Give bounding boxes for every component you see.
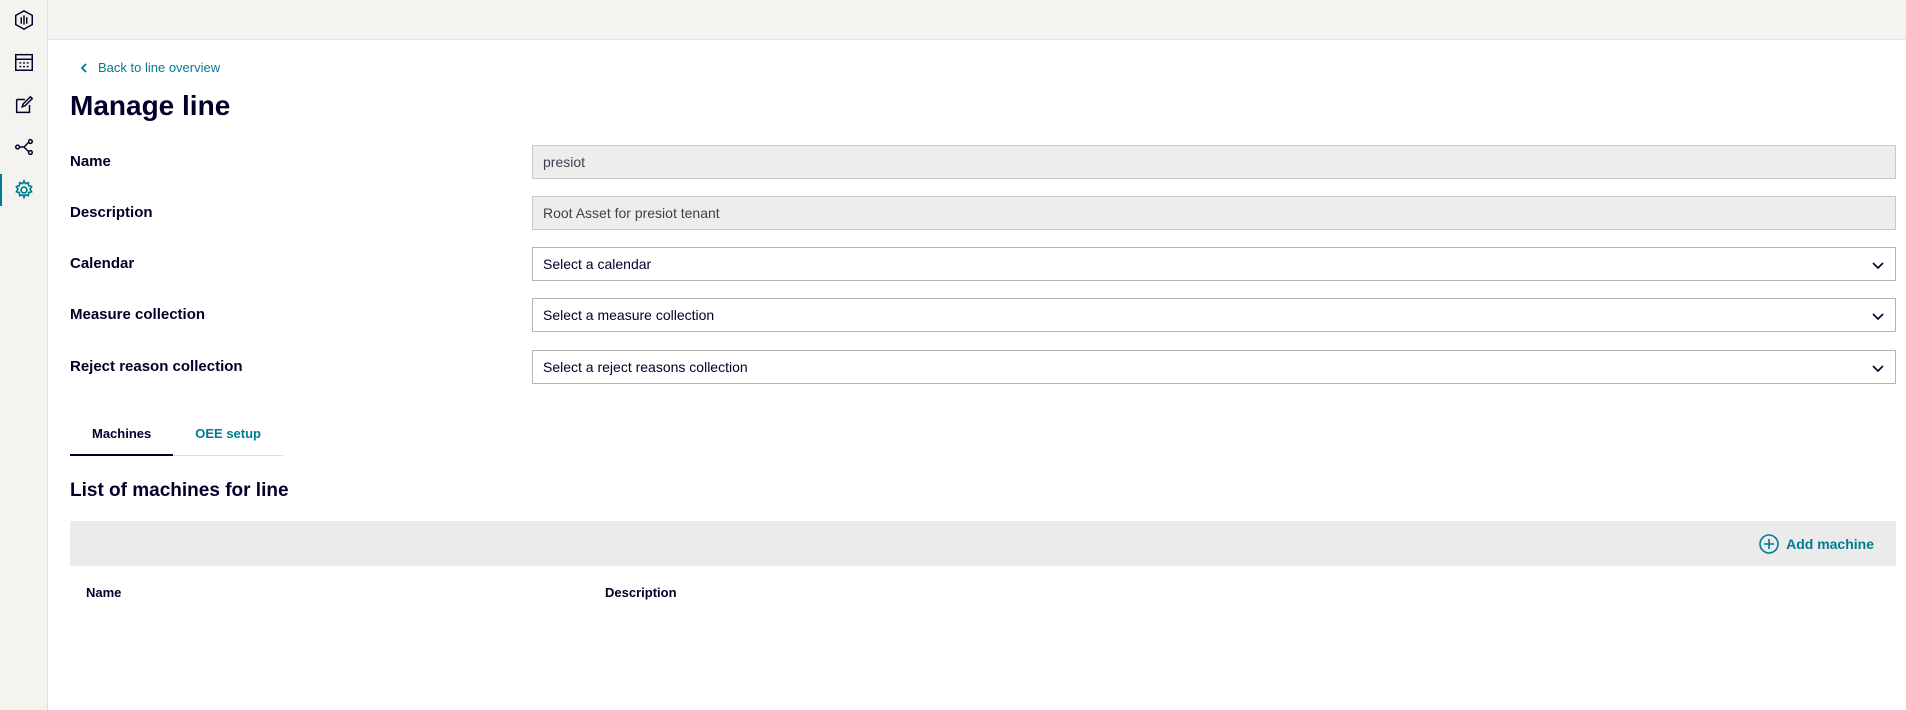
sidebar-item-home[interactable] [0,0,47,40]
name-label: Name [70,153,111,170]
gear-icon [14,179,33,200]
reject-reason-select-value: Select a reject reasons collection [543,359,748,375]
calendar-select-value: Select a calendar [543,256,652,272]
add-machine-button[interactable]: Add machine [1758,533,1874,555]
calendar-icon [14,53,33,71]
page-title: Manage line [70,90,231,121]
reject-reason-select[interactable]: Select a reject reasons collection [532,350,1896,384]
description-row: Description Root Asset for presiot tenan… [70,196,1896,230]
name-value: presiot [543,154,586,170]
measure-collection-select[interactable]: Select a measure collection [532,298,1896,332]
sidebar [0,0,48,710]
column-header-description[interactable]: Description [605,585,677,600]
chevron-down-icon [1872,313,1884,321]
table-toolbar: Add machine [70,521,1896,566]
reject-reason-row: Reject reason collection Select a reject… [70,350,1896,384]
back-link-label: Back to line overview [98,60,221,75]
add-machine-label: Add machine [1786,536,1874,552]
chevron-left-icon [80,62,87,73]
sidebar-item-calendar[interactable] [0,42,47,82]
back-to-line-overview-link[interactable]: Back to line overview [78,60,220,75]
calendar-label: Calendar [70,255,135,272]
main-content: Back to line overview Manage line Name p… [48,40,1906,710]
reject-reason-label: Reject reason collection [70,358,243,375]
sidebar-item-edit[interactable] [0,85,47,125]
tab-oee-setup[interactable]: OEE setup [173,416,283,456]
measure-collection-row: Measure collection Select a measure coll… [70,298,1896,332]
calendar-select[interactable]: Select a calendar [532,247,1896,281]
sidebar-item-settings[interactable] [0,170,47,210]
name-field: presiot [532,145,1896,179]
description-field: Root Asset for presiot tenant [532,196,1896,230]
description-value: Root Asset for presiot tenant [543,205,720,221]
chevron-down-icon [1872,262,1884,270]
section-title: List of machines for line [70,480,289,501]
app-logo-icon [14,9,33,31]
measure-collection-select-value: Select a measure collection [543,307,715,323]
tab-bar: Machines OEE setup [70,416,283,456]
top-bar [48,0,1906,40]
edit-icon [15,95,33,114]
share-icon [14,138,33,156]
plus-circle-icon [1759,534,1779,554]
name-row: Name presiot [70,145,1896,179]
table-header: Name Description [70,578,1896,608]
sidebar-item-share[interactable] [0,127,47,167]
column-header-name[interactable]: Name [86,585,121,600]
chevron-down-icon [1872,365,1884,373]
tab-machines[interactable]: Machines [70,416,174,456]
description-label: Description [70,204,153,221]
measure-collection-label: Measure collection [70,306,206,323]
calendar-row: Calendar Select a calendar [70,247,1896,281]
